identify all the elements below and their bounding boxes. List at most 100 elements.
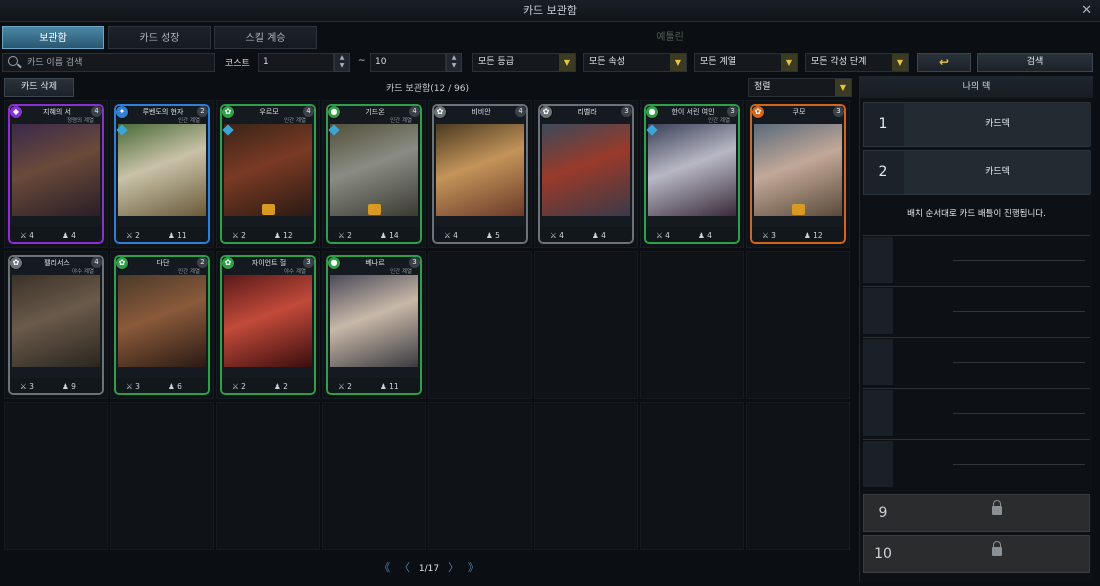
card[interactable]: ● 한이 서린 여인 인간 계열 3 ⚔ 4 ♟ 4 (644, 104, 740, 244)
cost-min-spinner[interactable]: ▲ ▼ (334, 53, 350, 72)
deck-card-slot[interactable] (863, 439, 1090, 487)
window-title: 카드 보관함 (522, 4, 578, 17)
card-cost: 4 (91, 257, 102, 268)
card-slot[interactable] (640, 402, 744, 550)
first-page-icon[interactable]: 《 (379, 557, 390, 579)
card-cost: 4 (91, 106, 102, 117)
card-slot[interactable] (110, 402, 214, 550)
cost-min-field[interactable]: 1 (258, 53, 334, 72)
search-input[interactable] (27, 54, 212, 71)
card[interactable]: ◆ 지혜의 서 정령의 계열 4 ⚔ 4 ♟ 4 (8, 104, 104, 244)
sort-value: 정렬 (754, 82, 771, 92)
card[interactable]: ● 베나르 인간 계열 3 ⚔ 2 ♟ 11 (326, 255, 422, 395)
slot-divider (953, 413, 1085, 414)
health-stat: ♟ 5 (486, 231, 500, 240)
last-page-icon[interactable]: 》 (468, 557, 479, 579)
card-lineage: 야수 계열 (72, 269, 94, 275)
card-slot[interactable]: ✿ 자이언트 헐 야수 계열 3 ⚔ 2 ♟ 2 (216, 251, 320, 399)
next-page-icon[interactable]: 〉 (448, 557, 459, 579)
grade-select[interactable]: 모든 등급 ▼ (472, 53, 576, 72)
card-art (224, 124, 312, 216)
attack-stat: ⚔ 2 (126, 231, 140, 240)
card-slot[interactable]: ✿ 다단 인간 계열 2 ⚔ 3 ♟ 6 (110, 251, 214, 399)
card-slot[interactable]: ✿ 펠리서스 야수 계열 4 ⚔ 3 ♟ 9 (4, 251, 108, 399)
card-slot[interactable] (746, 402, 850, 550)
health-stat: ♟ 14 (380, 231, 399, 240)
card-slot[interactable] (4, 402, 108, 550)
attack-value: 4 (453, 231, 458, 240)
card-slot[interactable] (322, 402, 426, 550)
card-slot[interactable]: ◆ 지혜의 서 정령의 계열 4 ⚔ 4 ♟ 4 (4, 100, 108, 248)
deck-card-slot[interactable] (863, 286, 1090, 334)
tab-card-growth[interactable]: 카드 성장 (108, 26, 211, 49)
card-slot[interactable]: ✿ 리벨라 3 ⚔ 4 ♟ 4 (534, 100, 638, 248)
card-slot[interactable] (746, 251, 850, 399)
prev-page-icon[interactable]: 〈 (399, 557, 410, 579)
card[interactable]: ✿ 펠리서스 야수 계열 4 ⚔ 3 ♟ 9 (8, 255, 104, 395)
card[interactable]: ✿ 리벨라 3 ⚔ 4 ♟ 4 (538, 104, 634, 244)
locked-deck-9[interactable]: 9 (863, 494, 1090, 532)
card[interactable]: ✿ 비비안 4 ⚔ 4 ♟ 5 (432, 104, 528, 244)
tab-faded[interactable]: 예툴린 (620, 26, 720, 49)
slot-divider (953, 311, 1085, 312)
card-art (330, 275, 418, 367)
deck-card-slot[interactable] (863, 337, 1090, 385)
health-value: 5 (495, 231, 500, 240)
card[interactable]: ✿ 쿠모 3 ⚔ 3 ♟ 12 (750, 104, 846, 244)
close-icon[interactable]: ✕ (1081, 0, 1092, 22)
card[interactable]: ✿ 자이언트 헐 야수 계열 3 ⚔ 2 ♟ 2 (220, 255, 316, 395)
card[interactable]: ✦ 루벤도의 현자 인간 계열 2 ⚔ 2 ♟ 11 (114, 104, 210, 244)
deck-card-slot[interactable] (863, 388, 1090, 436)
attack-value: 2 (347, 382, 352, 391)
deck-slot-2[interactable]: 2 카드덱 (863, 150, 1091, 195)
card-slot[interactable] (640, 251, 744, 399)
card-slot[interactable]: ✿ 우르모 인간 계열 4 ⚔ 2 ♟ 12 (216, 100, 320, 248)
card-slot[interactable] (534, 251, 638, 399)
card-slot[interactable]: ● 베나르 인간 계열 3 ⚔ 2 ♟ 11 (322, 251, 426, 399)
delete-card-button[interactable]: 카드 삭제 (4, 78, 74, 97)
tab-skill-inherit[interactable]: 스킬 계승 (214, 26, 317, 49)
reset-button[interactable]: ↩ (917, 53, 971, 72)
card-art (12, 124, 100, 216)
collection-toolbar: 카드 삭제 카드 보관함(12 / 96) 정렬 ▼ (0, 78, 855, 98)
card-lineage: 인간 계열 (708, 118, 730, 124)
lineage-select[interactable]: 모든 계열 ▼ (694, 53, 798, 72)
card-slot[interactable] (216, 402, 320, 550)
card[interactable]: ✿ 다단 인간 계열 2 ⚔ 3 ♟ 6 (114, 255, 210, 395)
cost-max-field[interactable]: 10 (370, 53, 446, 72)
card-stats: ⚔ 4 ♟ 5 (432, 227, 528, 244)
cost-max-spinner[interactable]: ▲ ▼ (446, 53, 462, 72)
attack-stat: ⚔ 4 (444, 231, 458, 240)
card-stats: ⚔ 3 ♟ 6 (114, 378, 210, 395)
search-box (2, 53, 215, 72)
awakening-select[interactable]: 모든 각성 단계 ▼ (805, 53, 909, 72)
pagination: 《 〈 1/17 〉 》 (4, 557, 854, 579)
lineage-value: 모든 계열 (700, 57, 736, 67)
cost-label: 코스트 (225, 59, 250, 69)
reset-icon: ↩ (938, 55, 950, 69)
sort-select[interactable]: 정렬 ▼ (748, 78, 852, 97)
attribute-select[interactable]: 모든 속성 ▼ (583, 53, 687, 72)
card[interactable]: ✿ 우르모 인간 계열 4 ⚔ 2 ♟ 12 (220, 104, 316, 244)
deck-card-slot[interactable] (863, 235, 1090, 283)
card-slot[interactable]: ● 기드온 인간 계열 4 ⚔ 2 ♟ 14 (322, 100, 426, 248)
deck-slot-1[interactable]: 1 카드덱 (863, 102, 1091, 147)
card[interactable]: ● 기드온 인간 계열 4 ⚔ 2 ♟ 14 (326, 104, 422, 244)
tab-storage[interactable]: 보관함 (2, 26, 104, 49)
card-stats: ⚔ 2 ♟ 2 (220, 378, 316, 395)
health-value: 14 (389, 231, 399, 240)
attack-value: 4 (665, 231, 670, 240)
card-slot[interactable]: ✦ 루벤도의 현자 인간 계열 2 ⚔ 2 ♟ 11 (110, 100, 214, 248)
card-slot[interactable] (428, 251, 532, 399)
chevron-down-icon: ▼ (781, 54, 797, 71)
card-slot[interactable]: ✿ 쿠모 3 ⚔ 3 ♟ 12 (746, 100, 850, 248)
attribute-icon: ✿ (115, 256, 129, 270)
card-art (12, 275, 100, 367)
locked-deck-10[interactable]: 10 (863, 535, 1090, 573)
card-slot[interactable] (428, 402, 532, 550)
card-slot[interactable]: ✿ 비비안 4 ⚔ 4 ♟ 5 (428, 100, 532, 248)
card-slot[interactable] (534, 402, 638, 550)
card-slot[interactable]: ● 한이 서린 여인 인간 계열 3 ⚔ 4 ♟ 4 (640, 100, 744, 248)
search-button[interactable]: 검색 (977, 53, 1093, 72)
card-lineage: 인간 계열 (284, 118, 306, 124)
